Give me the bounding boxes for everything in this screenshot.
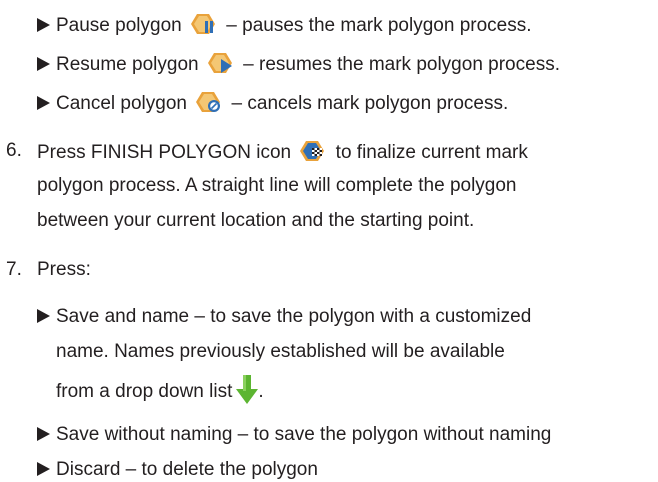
bullet-triangle-icon	[37, 309, 50, 323]
option-text: from a drop down list	[56, 381, 233, 402]
step-6-line-3: between your current location and the st…	[37, 210, 475, 231]
step-7-number: 7.	[6, 259, 22, 280]
step-6-number: 6.	[6, 140, 22, 161]
finish-polygon-icon	[300, 139, 326, 170]
bullet-description: – pauses the mark polygon process.	[226, 15, 532, 36]
bullet-triangle-icon	[37, 462, 50, 476]
option-text: .	[258, 381, 264, 402]
step-6-text: to finalize current mark	[335, 142, 528, 163]
bullet-description: – resumes the mark polygon process.	[243, 54, 560, 75]
pause-polygon-icon	[191, 12, 217, 43]
bullet-triangle-icon	[37, 57, 50, 71]
drop-down-arrow-icon	[236, 375, 259, 412]
option-save-without-naming: Save without naming – to save the polygo…	[37, 423, 551, 447]
option-text: Save without naming – to save the polygo…	[56, 424, 552, 445]
option-save-and-name-line-2: name. Names previously established will …	[56, 341, 505, 362]
bullet-label: Cancel polygon	[56, 93, 187, 114]
bullet-description: – cancels mark polygon process.	[231, 93, 509, 114]
step-6-line-1: Press FINISH POLYGON icon to finalize cu…	[37, 139, 528, 163]
option-text: Discard – to delete the polygon	[56, 459, 318, 480]
option-discard: Discard – to delete the polygon	[37, 458, 318, 482]
bullet-resume-polygon: Resume polygon – resumes the mark polygo…	[37, 51, 560, 75]
bullet-triangle-icon	[37, 18, 50, 32]
bullet-triangle-icon	[37, 427, 50, 441]
step-6-line-2: polygon process. A straight line will co…	[37, 175, 517, 196]
resume-polygon-icon	[207, 51, 234, 82]
bullet-pause-polygon: Pause polygon – pauses the mark polygon …	[37, 12, 532, 36]
cancel-polygon-icon	[196, 90, 222, 121]
bullet-triangle-icon	[37, 96, 50, 110]
option-save-and-name-line-1: Save and name – to save the polygon with…	[37, 305, 531, 329]
option-text: Save and name – to save the polygon with…	[56, 306, 532, 327]
option-save-and-name-line-3: from a drop down list .	[56, 375, 264, 404]
step-7-text: Press:	[37, 259, 91, 280]
bullet-label: Resume polygon	[56, 54, 199, 75]
bullet-cancel-polygon: Cancel polygon – cancels mark polygon pr…	[37, 90, 508, 114]
step-6-text: Press FINISH POLYGON icon	[37, 142, 292, 163]
bullet-label: Pause polygon	[56, 15, 182, 36]
